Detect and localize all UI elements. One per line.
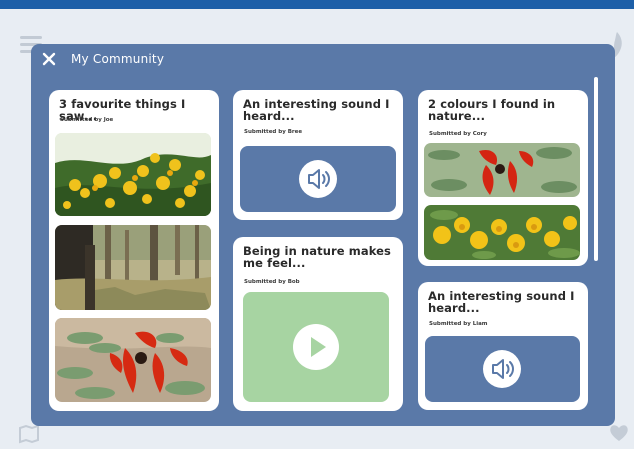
modal-title: My Community xyxy=(71,52,165,66)
audio-player[interactable] xyxy=(425,336,580,402)
post-card[interactable]: Being in nature makes me feel... Submitt… xyxy=(233,237,403,411)
post-card[interactable]: 2 colours I found in nature... Submitted… xyxy=(418,90,588,266)
post-submitter: Submitted by Cory xyxy=(429,131,487,137)
speaker-icon xyxy=(299,160,337,198)
audio-player[interactable] xyxy=(240,146,396,212)
post-card[interactable]: 3 favourite things I saw... Submitted by… xyxy=(49,90,219,411)
post-title: An interesting sound I heard... xyxy=(428,289,575,315)
post-title: Being in nature makes me feel... xyxy=(243,244,391,270)
post-card[interactable]: An interesting sound I heard... Submitte… xyxy=(233,90,403,220)
map-icon xyxy=(18,424,40,444)
yellow-flowers-photo[interactable] xyxy=(424,205,580,260)
yellow-flowers-photo[interactable] xyxy=(55,133,211,216)
video-player[interactable] xyxy=(243,292,389,402)
close-button[interactable] xyxy=(40,50,58,68)
heart-icon xyxy=(608,422,630,444)
close-icon xyxy=(42,52,56,66)
post-card[interactable]: An interesting sound I heard... Submitte… xyxy=(418,282,588,410)
post-submitter: Submitted by Liam xyxy=(429,321,488,327)
scrollbar[interactable] xyxy=(594,77,598,261)
post-submitter: Submitted by Bree xyxy=(244,129,303,135)
play-icon xyxy=(293,324,339,370)
top-bar xyxy=(0,0,634,9)
forest-photo[interactable] xyxy=(55,225,211,310)
speaker-icon xyxy=(483,350,521,388)
post-title: An interesting sound I heard... xyxy=(243,97,390,123)
post-submitter: Submitted by Joe xyxy=(60,117,114,123)
post-submitter: Submitted by Bob xyxy=(244,279,300,285)
red-flower-photo[interactable] xyxy=(424,143,580,197)
post-title: 2 colours I found in nature... xyxy=(428,97,556,123)
red-flower-photo[interactable] xyxy=(55,318,211,402)
